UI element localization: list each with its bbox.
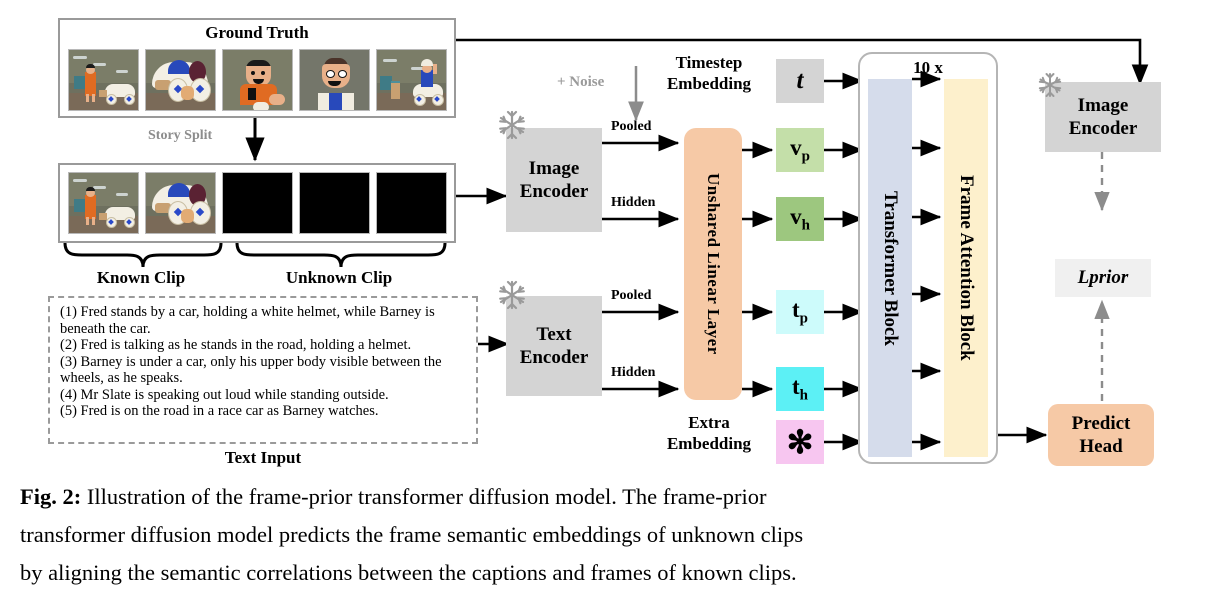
- image-pooled-arrow: [602, 134, 680, 152]
- token-box-vp[interactable]: vp: [776, 128, 824, 172]
- predict-head-line2: Head: [1079, 436, 1123, 457]
- token-sub-tp: p: [799, 310, 808, 327]
- transformer-block-label: Transformer Block: [880, 190, 901, 346]
- text-encoder-box[interactable]: Text Encoder: [506, 296, 602, 396]
- figure-label: Fig. 2:: [20, 484, 82, 509]
- predict-head-box[interactable]: Predict Head: [1048, 404, 1154, 466]
- ground-truth-panel: Ground Truth: [58, 18, 456, 118]
- loss-label: Lprior: [1077, 267, 1129, 288]
- story-split-label: Story Split: [148, 128, 213, 143]
- text-hidden-label: Hidden: [611, 365, 656, 380]
- image-hidden-arrow: [602, 210, 680, 228]
- extra-label-line2: Embedding: [666, 434, 752, 453]
- frame-attention-block-label: Frame Attention Block: [956, 175, 977, 361]
- attention-to-predict-head-arrow: [998, 426, 1048, 444]
- text-pooled-arrow: [602, 303, 680, 321]
- token-sub-th: h: [799, 387, 808, 404]
- unknown-frame: [376, 172, 447, 234]
- predict-head-line1: Predict: [1071, 413, 1131, 434]
- token-sub-vp: p: [801, 148, 810, 165]
- unknown-frame: [222, 172, 293, 234]
- token-sub-vh: h: [801, 217, 810, 234]
- known-frame: [145, 172, 216, 234]
- encoder-to-loss-dashed: [1094, 152, 1110, 212]
- clip-frames: [68, 172, 447, 234]
- ground-truth-frames: [68, 49, 447, 111]
- right-image-encoder-line2: Encoder: [1068, 118, 1138, 139]
- story-split-arrow: [245, 118, 265, 162]
- text-input-label: Text Input: [224, 448, 302, 467]
- clip-strip-panel: [58, 163, 456, 243]
- caption-line-2: transformer diffusion model predicts the…: [20, 522, 804, 547]
- unshared-linear-layer[interactable]: Unshared Linear Layer: [684, 128, 742, 400]
- token-base-th: t: [791, 373, 800, 399]
- image-encoder-label-line1: Image: [528, 158, 580, 179]
- extra-token-box[interactable]: ✻: [776, 420, 824, 464]
- internal-arrows: [912, 70, 942, 451]
- image-encoder-box[interactable]: Image Encoder: [506, 128, 602, 232]
- unknown-clip-label: Unknown Clip: [285, 268, 393, 287]
- image-hidden-label: Hidden: [611, 195, 656, 210]
- unshared-linear-layer-label: Unshared Linear Layer: [704, 173, 723, 355]
- ground-truth-title: Ground Truth: [205, 23, 309, 42]
- right-image-encoder-line1: Image: [1077, 95, 1129, 116]
- token-base-vh: v: [790, 203, 802, 229]
- known-clip-label: Known Clip: [96, 268, 186, 287]
- text-pooled-label: Pooled: [611, 288, 652, 303]
- token-box-tp[interactable]: tp: [776, 290, 824, 334]
- transformer-block[interactable]: Transformer Block: [868, 79, 912, 457]
- figure-caption: Fig. 2: Illustration of the frame-prior …: [20, 478, 1210, 592]
- text-input-sentence: (2) Fred is talking as he stands in the …: [60, 337, 412, 353]
- text-input-sentence: (5) Fred is on the road in a race car as…: [60, 403, 379, 419]
- text-encoder-label-line2: Encoder: [519, 347, 589, 368]
- text-input-sentence: (1) Fred stands by a car, holding a whit…: [60, 304, 435, 337]
- text-input-box: (1) Fred stands by a car, holding a whit…: [48, 296, 478, 444]
- frame-thumbnail: [222, 49, 293, 111]
- frame-thumbnail: [299, 49, 370, 111]
- snowflake-icon: [499, 280, 525, 310]
- text-encoder-label-line1: Text: [536, 324, 572, 345]
- unknown-frame: [299, 172, 370, 234]
- snowflake-icon: [499, 110, 525, 140]
- snowflake-icon: [1038, 73, 1062, 97]
- token-base-vp: v: [790, 134, 802, 160]
- caption-line-1: Illustration of the frame-prior transfor…: [86, 484, 767, 509]
- extra-label-line1: Extra: [688, 413, 730, 432]
- unknown-clip-brace: [235, 242, 447, 268]
- text-hidden-arrow: [602, 380, 680, 398]
- known-frame: [68, 172, 139, 234]
- predict-head-to-loss-dashed: [1094, 299, 1110, 401]
- extra-embedding-label: Extra Embedding: [648, 412, 770, 454]
- frame-thumbnail: [145, 49, 216, 111]
- caption-line-3: by aligning the semantic correlations be…: [20, 560, 797, 585]
- text-input-sentence: (4) Mr Slate is speaking out loud while …: [60, 386, 389, 403]
- token-base-tp: t: [791, 296, 800, 322]
- loss-box: Lprior: [1055, 259, 1151, 297]
- image-pooled-label: Pooled: [611, 119, 652, 134]
- frame-thumbnail: [376, 49, 447, 111]
- known-clip-brace: [63, 242, 223, 268]
- image-encoder-label-line2: Encoder: [519, 181, 589, 202]
- text-input-sentence: (3) Barney is under a car, only his uppe…: [60, 353, 442, 387]
- token-box-vh[interactable]: vh: [776, 197, 824, 241]
- frame-thumbnail: [68, 49, 139, 111]
- asterisk-icon: ✻: [786, 424, 814, 460]
- token-box-th[interactable]: th: [776, 367, 824, 411]
